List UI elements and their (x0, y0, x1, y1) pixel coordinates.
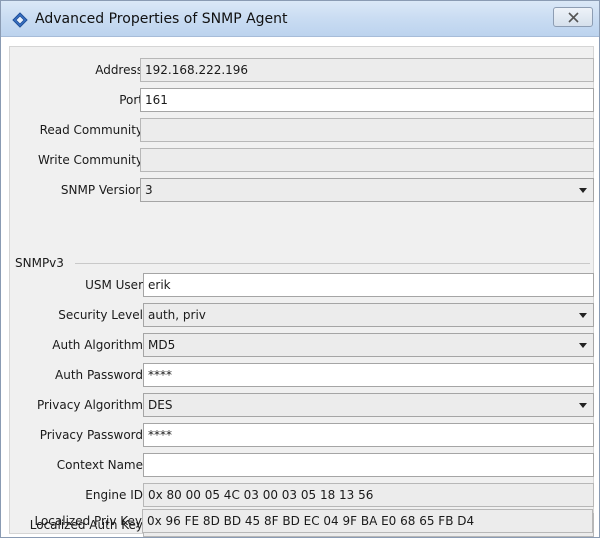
chevron-down-icon (579, 403, 587, 408)
section-divider (75, 263, 590, 264)
privacy-password-field[interactable]: **** (143, 423, 594, 447)
row-port: Port 161 (10, 88, 595, 112)
auth-algorithm-value: MD5 (148, 338, 176, 352)
row-engine-id: Engine ID 0x 80 00 05 4C 03 00 03 05 18 … (10, 483, 595, 507)
context-name-field[interactable] (143, 453, 594, 477)
read-community-field[interactable] (140, 118, 594, 142)
close-icon (567, 11, 579, 23)
row-context-name: Context Name (10, 453, 595, 477)
address-field[interactable]: 192.168.222.196 (140, 58, 594, 82)
row-privacy-password: Privacy Password **** (10, 423, 595, 447)
engine-id-label: Engine ID (85, 488, 143, 502)
close-button[interactable] (553, 7, 593, 27)
security-level-label: Security Level (58, 308, 143, 322)
write-community-label: Write Community (38, 153, 143, 167)
row-write-community: Write Community (10, 148, 595, 172)
chevron-down-icon (579, 313, 587, 318)
row-read-community: Read Community (10, 118, 595, 142)
privacy-algorithm-value: DES (148, 398, 173, 412)
write-community-field[interactable] (140, 148, 594, 172)
port-field[interactable]: 161 (140, 88, 594, 112)
chevron-down-icon (579, 343, 587, 348)
localized-priv-key-label: Localized Priv Key (34, 514, 142, 528)
privacy-password-label: Privacy Password (39, 428, 143, 442)
row-privacy-algorithm: Privacy Algorithm DES (10, 393, 595, 417)
auth-algorithm-label: Auth Algorithm (52, 338, 143, 352)
window-title: Advanced Properties of SNMP Agent (35, 11, 288, 27)
security-level-dropdown[interactable]: auth, priv (143, 303, 594, 327)
dialog-window: Advanced Properties of SNMP Agent Addres… (0, 0, 600, 538)
row-auth-password: Auth Password **** (10, 363, 595, 387)
snmp-version-value: 3 (145, 183, 153, 197)
usm-user-label: USM User (85, 278, 143, 292)
usm-user-field[interactable]: erik (143, 273, 594, 297)
diamond-window-icon (12, 12, 28, 28)
snmpv3-section-title: SNMPv3 (15, 256, 70, 270)
row-auth-algorithm: Auth Algorithm MD5 (10, 333, 595, 357)
auth-password-label: Auth Password (55, 368, 143, 382)
localized-priv-key-field[interactable]: 0x 96 FE 8D BD 45 8F BD EC 04 9F BA E0 6… (142, 509, 593, 533)
snmpv3-section-header: SNMPv3 (15, 256, 590, 270)
chevron-down-icon (579, 188, 587, 193)
row-usm-user: USM User erik (10, 273, 595, 297)
title-bar[interactable]: Advanced Properties of SNMP Agent (1, 1, 599, 37)
row-localized-priv-key: Localized Priv Key 0x 96 FE 8D BD 45 8F … (9, 509, 594, 533)
auth-password-field[interactable]: **** (143, 363, 594, 387)
context-name-label: Context Name (56, 458, 143, 472)
properties-panel: Address 192.168.222.196 Port 161 Read Co… (9, 46, 595, 537)
snmp-version-dropdown[interactable]: 3 (140, 178, 594, 202)
row-security-level: Security Level auth, priv (10, 303, 595, 327)
row-address: Address 192.168.222.196 (10, 58, 595, 82)
row-snmp-version: SNMP Version 3 (10, 178, 595, 202)
privacy-algorithm-label: Privacy Algorithm (36, 398, 143, 412)
engine-id-field[interactable]: 0x 80 00 05 4C 03 00 03 05 18 13 56 (143, 483, 594, 507)
address-label: Address (95, 63, 143, 77)
auth-algorithm-dropdown[interactable]: MD5 (143, 333, 594, 357)
security-level-value: auth, priv (148, 308, 206, 322)
read-community-label: Read Community (39, 123, 143, 137)
privacy-algorithm-dropdown[interactable]: DES (143, 393, 594, 417)
snmp-version-label: SNMP Version (60, 183, 143, 197)
